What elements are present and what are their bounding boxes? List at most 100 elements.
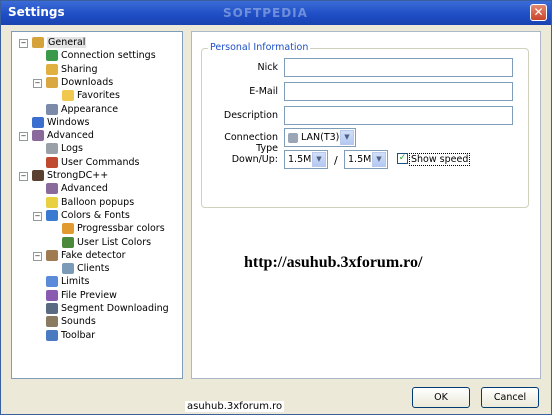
tree-item[interactable]: Clients xyxy=(62,262,109,275)
tree-expander[interactable]: − xyxy=(19,132,28,142)
limits-icon xyxy=(46,276,58,288)
tree-item[interactable]: Favorites xyxy=(62,89,120,102)
ok-button[interactable]: OK xyxy=(412,387,470,408)
tree-item-label: Clients xyxy=(77,263,110,275)
tree-item[interactable]: General xyxy=(32,36,87,49)
speed-separator: / xyxy=(334,154,338,167)
show-speed-checkbox[interactable]: ✓ xyxy=(397,153,408,164)
email-label: E-Mail xyxy=(249,86,278,97)
tree-item-label: User List Colors xyxy=(77,236,152,248)
close-button[interactable]: ✕ xyxy=(530,4,547,21)
tree-item-label: Advanced xyxy=(47,130,94,142)
tree-item[interactable]: Progressbar colors xyxy=(62,222,165,235)
tree-item[interactable]: StrongDC++ xyxy=(32,169,108,182)
settings-tree[interactable]: − General Connection settings Sharing − Downl… xyxy=(11,31,183,379)
tree-item-label: Progressbar colors xyxy=(77,223,165,235)
tree-item[interactable]: Logs xyxy=(46,142,83,155)
tree-item[interactable]: Appearance xyxy=(46,103,118,116)
window-icon xyxy=(32,116,44,128)
tree-item-label: StrongDC++ xyxy=(47,170,109,181)
tree-expander[interactable]: − xyxy=(19,39,28,48)
advanced-icon xyxy=(46,183,58,195)
tree-item-label: Balloon popups xyxy=(61,196,135,208)
tree-item-label: Logs xyxy=(61,143,83,155)
logs-icon xyxy=(46,143,58,155)
colors-icon xyxy=(46,209,58,221)
overlay-url: http://asuhub.3xforum.ro/ xyxy=(244,254,423,271)
clients-icon xyxy=(62,263,74,275)
tree-item-label: Colors & Fonts xyxy=(61,209,130,221)
tree-item-label: Fake detector xyxy=(61,249,126,261)
tree-item-label: Favorites xyxy=(77,90,120,102)
tree-item-label: Windows xyxy=(47,116,90,128)
advanced-icon xyxy=(32,130,44,142)
network-icon xyxy=(288,132,298,143)
tree-item[interactable]: Segment Downloading xyxy=(46,302,169,315)
tree-item[interactable]: Connection settings xyxy=(46,49,156,62)
connection-type-select[interactable]: LAN(T3) ▼ xyxy=(284,128,356,147)
toolbar-icon xyxy=(46,329,58,341)
window-title: Settings xyxy=(8,5,65,19)
user-commands-icon xyxy=(46,156,58,168)
tree-item[interactable]: Advanced xyxy=(46,182,108,195)
appearance-icon xyxy=(46,103,58,115)
tree-item[interactable]: File Preview xyxy=(46,289,117,302)
tree-expander[interactable]: − xyxy=(33,78,42,88)
fake-detector-icon xyxy=(46,249,58,261)
up-speed-select[interactable]: 1.5M ▼ xyxy=(344,150,388,169)
description-label: Description xyxy=(223,110,278,121)
sharing-icon xyxy=(46,63,58,75)
down-speed-select[interactable]: 1.5M ▼ xyxy=(284,150,328,169)
tree-item-label: Sounds xyxy=(61,316,96,328)
strongdc-icon xyxy=(32,170,44,181)
tree-item[interactable]: Fake detector xyxy=(46,249,126,262)
tree-item-label: Limits xyxy=(61,276,90,288)
checkmark-icon: ✓ xyxy=(398,153,407,163)
downloads-icon xyxy=(46,76,58,88)
tree-item[interactable]: Colors & Fonts xyxy=(46,209,130,222)
tree-item[interactable]: User Commands xyxy=(46,156,139,169)
settings-window: Settings SOFTPEDIA ✕ − General Connection … xyxy=(0,0,552,415)
tree-expander[interactable]: − xyxy=(33,251,42,261)
connection-type-label: Connection Type xyxy=(224,132,278,154)
tree-item-label: General xyxy=(47,37,87,48)
tree-item[interactable]: Limits xyxy=(46,275,90,288)
tree-item-label: Segment Downloading xyxy=(61,303,169,314)
show-speed-label[interactable]: Show speed xyxy=(409,153,471,166)
footer-watermark: asuhub.3xforum.ro xyxy=(185,401,285,412)
progressbar-icon xyxy=(62,223,74,235)
up-speed-value: 1.5M xyxy=(348,154,372,165)
segment-icon xyxy=(46,303,58,314)
tree-item-label: Downloads xyxy=(61,76,114,88)
userlist-icon xyxy=(62,236,74,248)
down-speed-value: 1.5M xyxy=(288,154,312,165)
tree-item[interactable]: Windows xyxy=(32,116,89,129)
tree-item-label: Advanced xyxy=(61,183,108,195)
tree-item[interactable]: User List Colors xyxy=(62,236,151,249)
balloon-icon xyxy=(46,196,58,208)
tree-item[interactable]: Toolbar xyxy=(46,329,95,342)
tree-item[interactable]: Sharing xyxy=(46,63,97,76)
tree-item-label: Toolbar xyxy=(61,329,96,341)
general-icon xyxy=(32,37,44,48)
tree-item[interactable]: Downloads xyxy=(46,76,113,89)
tree-item[interactable]: Balloon popups xyxy=(46,196,134,209)
tree-item-label: Sharing xyxy=(61,63,98,75)
tree-item[interactable]: Advanced xyxy=(32,129,94,142)
nick-input[interactable] xyxy=(284,58,513,77)
cancel-button[interactable]: Cancel xyxy=(481,387,539,408)
tree-expander[interactable]: − xyxy=(19,172,28,181)
description-input[interactable] xyxy=(284,106,513,125)
tree-item[interactable]: Sounds xyxy=(46,315,96,328)
tree-expander[interactable]: − xyxy=(33,211,42,221)
title-bar[interactable]: Settings SOFTPEDIA ✕ xyxy=(1,1,551,25)
tree-item-label: Appearance xyxy=(61,103,119,115)
file-preview-icon xyxy=(46,289,58,301)
tree-item-label: User Commands xyxy=(61,156,140,168)
chevron-down-icon: ▼ xyxy=(340,130,354,145)
globe-icon xyxy=(46,50,58,62)
sounds-icon xyxy=(46,316,58,328)
group-legend: Personal Information xyxy=(208,42,311,53)
chevron-down-icon: ▼ xyxy=(372,152,386,167)
email-input[interactable] xyxy=(284,82,513,101)
